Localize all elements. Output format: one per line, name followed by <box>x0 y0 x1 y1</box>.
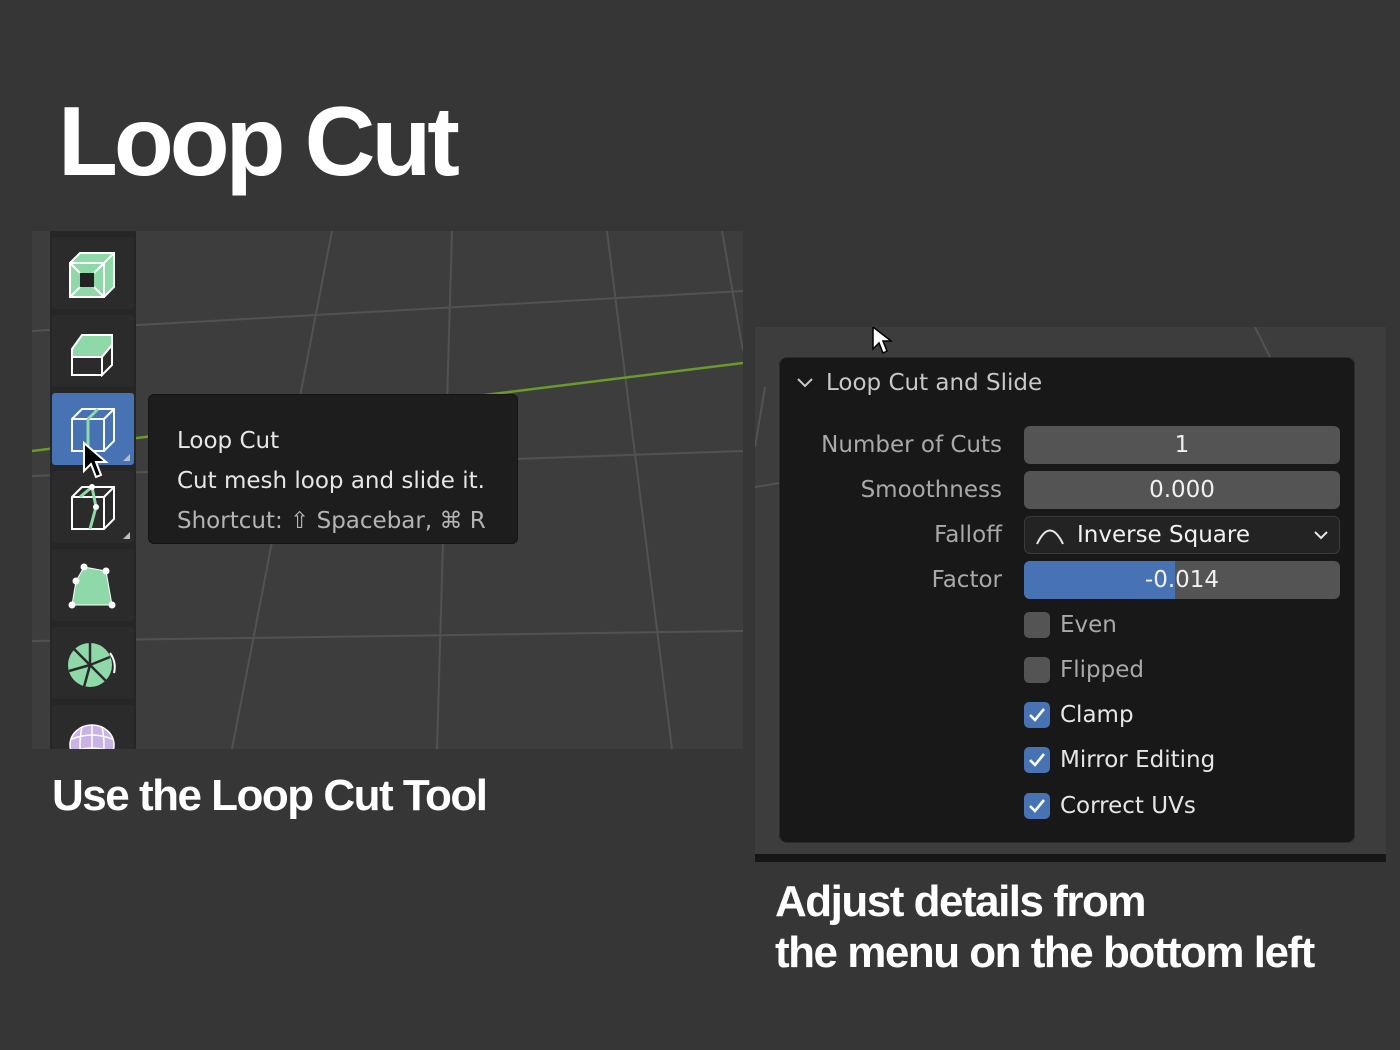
checkmark-icon <box>1029 708 1046 722</box>
tool-tooltip: Loop Cut Cut mesh loop and slide it. Sho… <box>148 394 518 544</box>
bevel-tool[interactable] <box>52 315 134 387</box>
knife-icon <box>71 484 115 530</box>
checkmark-icon <box>1029 753 1046 767</box>
inset-faces-tool[interactable] <box>52 237 134 309</box>
falloff-label: Falloff <box>934 522 1002 548</box>
viewport-3d[interactable]: Loop Cut Cut mesh loop and slide it. Sho… <box>32 231 743 749</box>
checkbox-label: Clamp <box>1060 702 1134 728</box>
smooth-icon <box>69 724 115 749</box>
caption-right: Adjust details from the menu on the bott… <box>775 877 1315 978</box>
checkbox-label: Even <box>1060 612 1117 638</box>
checkbox[interactable] <box>1024 793 1050 819</box>
number-of-cuts-label: Number of Cuts <box>821 432 1002 458</box>
checkbox-row-mirror-editing[interactable]: Mirror Editing <box>1024 747 1215 773</box>
smoothness-label: Smoothness <box>860 477 1002 503</box>
mouse-cursor-icon <box>83 441 109 479</box>
tooltip-shortcut: Shortcut: ⇧ Spacebar, ⌘ R <box>177 508 486 534</box>
number-of-cuts-value: 1 <box>1174 432 1190 458</box>
inset-faces-icon <box>69 252 115 298</box>
checkbox-label: Correct UVs <box>1060 793 1196 819</box>
checkbox[interactable] <box>1024 747 1050 773</box>
number-of-cuts-field[interactable]: 1 <box>1024 426 1340 464</box>
poly-build-tool[interactable] <box>52 549 134 621</box>
page-title: Loop Cut <box>58 86 460 196</box>
falloff-curve-icon <box>1036 529 1064 545</box>
tooltip-description: Cut mesh loop and slide it. <box>177 468 485 494</box>
tool-variants-indicator <box>123 532 130 539</box>
smooth-tool[interactable] <box>52 705 134 749</box>
smoothness-field[interactable]: 0.000 <box>1024 471 1340 509</box>
poly-build-icon <box>68 563 116 609</box>
caption-left: Use the Loop Cut Tool <box>52 771 488 820</box>
checkbox-row-clamp[interactable]: Clamp <box>1024 702 1134 728</box>
tool-shelf <box>50 231 136 749</box>
spin-icon <box>68 643 116 688</box>
factor-value: -0.014 <box>1144 567 1220 593</box>
falloff-dropdown[interactable]: Inverse Square <box>1024 516 1340 554</box>
checkbox-row-even[interactable]: Even <box>1024 612 1117 638</box>
checkbox-label: Flipped <box>1060 657 1144 683</box>
tooltip-title: Loop Cut <box>177 428 280 454</box>
knife-tool[interactable] <box>52 471 134 543</box>
checkbox[interactable] <box>1024 657 1050 683</box>
spin-tool[interactable] <box>52 627 134 699</box>
operator-panel-header[interactable]: Loop Cut and Slide <box>796 370 1042 396</box>
chevron-down-icon <box>1314 531 1328 540</box>
checkmark-icon <box>1029 799 1046 813</box>
viewport-bottom-bar <box>755 854 1386 862</box>
smoothness-value: 0.000 <box>1149 477 1215 503</box>
checkbox[interactable] <box>1024 702 1050 728</box>
checkbox-row-correct-uvs[interactable]: Correct UVs <box>1024 793 1196 819</box>
checkbox-label: Mirror Editing <box>1060 747 1216 773</box>
factor-label: Factor <box>931 567 1002 593</box>
checkbox-row-flipped[interactable]: Flipped <box>1024 657 1144 683</box>
bevel-icon <box>71 334 113 377</box>
operator-panel: Loop Cut and Slide Number of Cuts 1 Smoo… <box>779 357 1355 843</box>
checkbox[interactable] <box>1024 612 1050 638</box>
factor-slider[interactable]: -0.014 <box>1024 561 1340 599</box>
operator-panel-title: Loop Cut and Slide <box>826 370 1043 396</box>
viewport-3d-secondary: Loop Cut and Slide Number of Cuts 1 Smoo… <box>755 327 1386 862</box>
mouse-cursor-icon <box>872 327 894 355</box>
tool-variants-indicator <box>123 454 130 461</box>
falloff-value: Inverse Square <box>1077 522 1250 548</box>
chevron-down-icon <box>797 378 813 388</box>
